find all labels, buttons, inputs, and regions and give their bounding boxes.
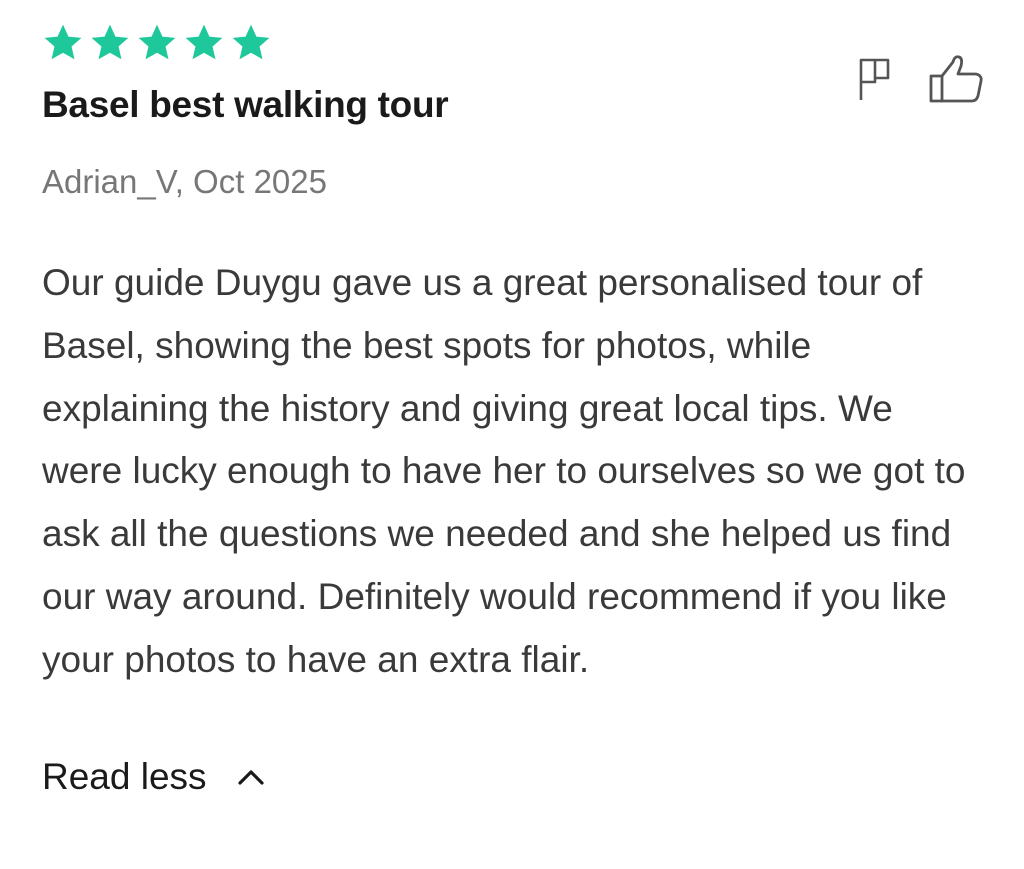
helpful-vote-button[interactable]: [928, 54, 984, 109]
report-button[interactable]: [858, 56, 892, 107]
star-icon: [136, 22, 178, 64]
star-icon: [42, 22, 84, 64]
read-less-label: Read less: [42, 756, 207, 797]
review-body: Our guide Duygu gave us a great personal…: [42, 262, 966, 680]
thumbs-up-icon: [929, 55, 983, 103]
review-title: Basel best walking tour: [42, 84, 449, 125]
review-actions: [858, 54, 984, 109]
read-less-button[interactable]: Read less: [42, 756, 265, 798]
star-rating: [42, 22, 272, 64]
star-icon: [183, 22, 225, 64]
chevron-up-icon: [237, 770, 264, 785]
flag-icon: [859, 58, 890, 100]
star-icon: [89, 22, 131, 64]
review-author-date: Adrian_V, Oct 2025: [42, 163, 327, 200]
star-icon: [230, 22, 272, 64]
